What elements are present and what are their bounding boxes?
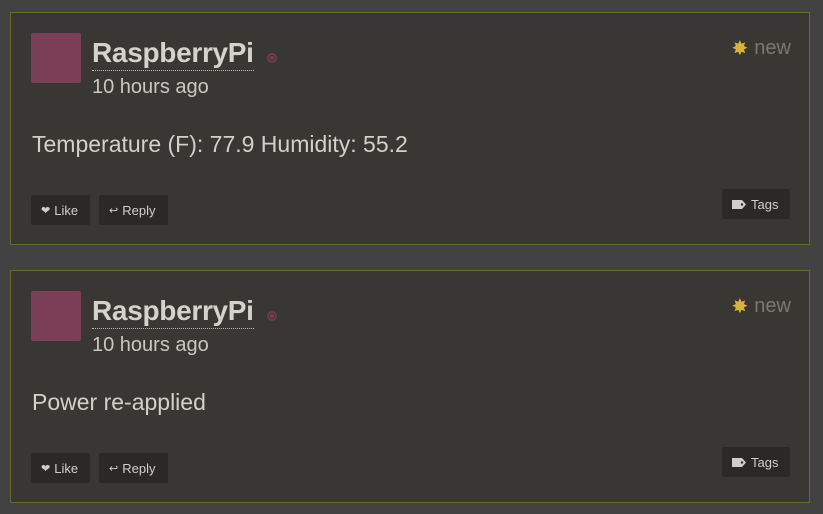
reply-arrow-icon: ↩ [109,462,119,475]
tag-icon [732,199,746,209]
like-label: Like [54,202,79,218]
new-badge-label: new [754,37,791,59]
post-timestamp: 10 hours ago [92,76,209,98]
like-label: Like [54,460,79,476]
post-message: Power re-applied [32,389,206,415]
username-link[interactable]: RaspberryPi [92,37,254,71]
status-dot-icon [267,53,277,63]
heart-icon: ❤ [41,204,51,217]
tag-icon [732,457,746,467]
post-timestamp: 10 hours ago [92,334,209,356]
like-button[interactable]: ❤ Like [31,195,90,225]
tags-button[interactable]: Tags [722,447,790,477]
reply-arrow-icon: ↩ [109,204,119,217]
like-button[interactable]: ❤ Like [31,453,90,483]
tags-label: Tags [751,196,779,212]
username-link[interactable]: RaspberryPi [92,295,254,329]
reply-label: Reply [122,202,156,218]
new-badge: ✸ new [732,36,791,61]
starburst-icon: ✸ [731,296,749,318]
status-dot-icon [267,311,277,321]
avatar[interactable] [31,33,81,83]
heart-icon: ❤ [41,462,51,475]
post-card: RaspberryPi 10 hours ago ✸ new Temperatu… [10,12,810,245]
reply-button[interactable]: ↩ Reply [99,453,168,483]
avatar[interactable] [31,291,81,341]
new-badge: ✸ new [732,294,791,319]
starburst-icon: ✸ [731,38,749,60]
post-card: RaspberryPi 10 hours ago ✸ new Power re-… [10,270,810,503]
reply-label: Reply [122,460,156,476]
post-message: Temperature (F): 77.9 Humidity: 55.2 [32,131,408,157]
new-badge-label: new [754,295,791,317]
tags-button[interactable]: Tags [722,189,790,219]
tags-label: Tags [751,454,779,470]
reply-button[interactable]: ↩ Reply [99,195,168,225]
